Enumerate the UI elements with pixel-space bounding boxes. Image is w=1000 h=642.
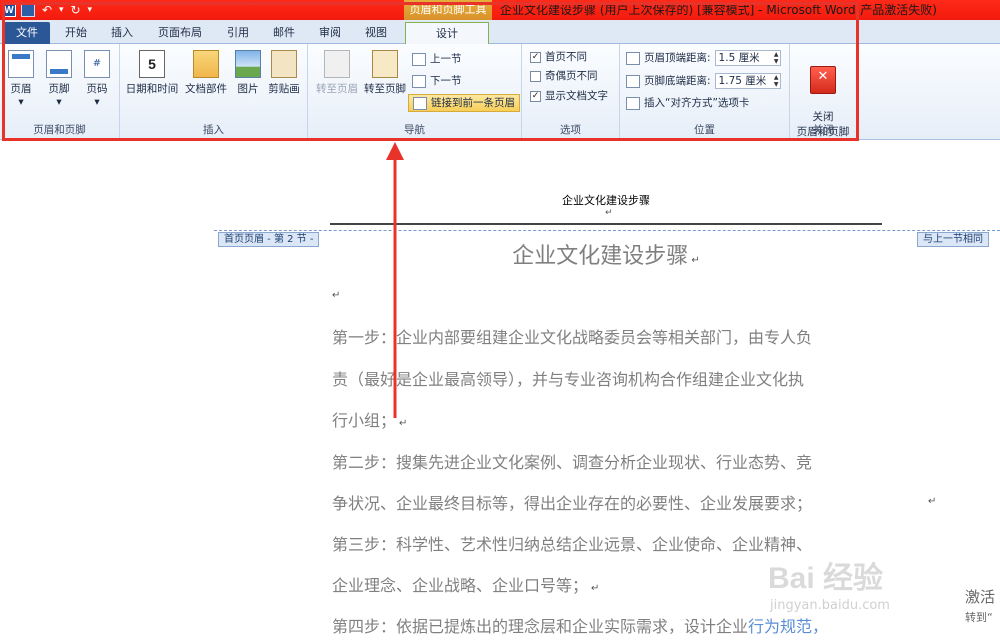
header-text[interactable]: 企业文化建设步骤 <box>330 192 882 208</box>
annotation-arrow <box>386 142 404 418</box>
baidu-watermark-url: jingyan.baidu.com <box>770 598 890 613</box>
paragraph-mark-icon: ↵ <box>691 255 700 266</box>
header-rule <box>330 223 882 225</box>
document-title-text: 企业文化建设步骤 <box>512 244 689 269</box>
body-line-text: 第四步：依据已提炼出的理念层和企业实际需求，设计企业 <box>332 617 749 636</box>
baidu-watermark: Bai 经验 <box>768 562 884 595</box>
body-line[interactable]: 第二步：搜集先进企业文化案例、调查分析企业现状、行业态势、竞 <box>332 449 812 473</box>
document-title[interactable]: 企业文化建设步骤 ↵ <box>330 238 882 270</box>
paragraph-mark-icon: ↵ <box>591 583 600 594</box>
paragraph-mark-icon: ↵ <box>605 208 613 218</box>
body-line-highlight: 行为规范， <box>748 617 829 636</box>
header-section-tag: 首页页眉 - 第 2 节 - <box>218 232 320 247</box>
activate-windows-text: 激活 <box>965 588 996 606</box>
body-line[interactable]: 第三步：科学性、艺术性归纳总结企业远景、企业使命、企业精神、 <box>332 531 812 555</box>
paragraph-mark-icon: ↵ <box>928 496 937 507</box>
body-line-text: 企业理念、企业战略、企业口号等； <box>332 576 589 595</box>
document-left-margin <box>0 141 212 642</box>
body-line[interactable]: 第四步：依据已提炼出的理念层和企业实际需求，设计企业行为规范， <box>332 613 828 637</box>
header-boundary-line <box>214 230 1000 231</box>
activate-windows-subtext: 转到“ <box>965 611 993 624</box>
body-line[interactable]: 企业理念、企业战略、企业口号等； ↵ <box>332 572 599 596</box>
empty-paragraph-mark-icon: ↵ <box>332 290 341 301</box>
same-as-previous-tag: 与上一节相同 <box>917 232 989 247</box>
body-line[interactable]: 争状况、企业最终目标等，得出企业存在的必要性、企业发展要求； <box>332 490 812 514</box>
annotation-highlight-box <box>2 2 859 141</box>
